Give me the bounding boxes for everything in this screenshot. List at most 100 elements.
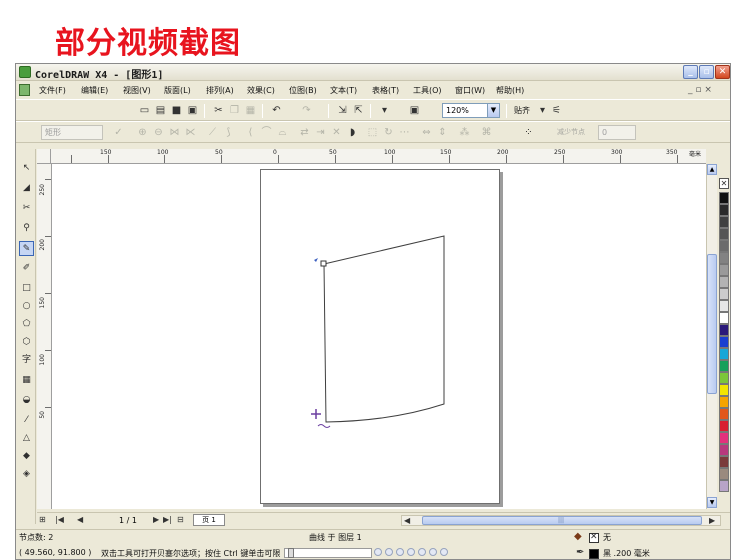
freehand-tool-icon[interactable]: ✎ — [19, 241, 34, 256]
scroll-down-button[interactable]: ▼ — [707, 497, 717, 508]
horizontal-scroll-thumb[interactable]: ||| — [422, 516, 702, 525]
drawing-canvas[interactable] — [52, 164, 706, 509]
document-icon[interactable] — [19, 84, 30, 96]
import-icon[interactable]: ⇲ — [336, 104, 349, 117]
add-page-icon[interactable]: ⊟ — [177, 515, 184, 524]
zoom-tool-icon[interactable]: ⚲ — [19, 221, 34, 236]
chevron-down-icon[interactable]: ▼ — [487, 104, 499, 117]
menu-effects[interactable]: 效果(C) — [247, 85, 275, 96]
palette-swatch[interactable] — [719, 396, 729, 408]
reverse-direction-icon[interactable]: ⇄ — [298, 126, 311, 139]
redo-icon[interactable]: ↷ — [300, 104, 313, 117]
zoom-level-select[interactable]: 120% ▼ — [442, 103, 500, 118]
chevron-down-icon[interactable]: ▾ — [536, 104, 549, 117]
page-tab[interactable]: 页 1 — [193, 514, 225, 526]
stretch-nodes-icon[interactable]: ⬚ — [366, 126, 379, 139]
page-options-icon[interactable]: ⊞ — [39, 515, 46, 524]
palette-swatch[interactable] — [719, 300, 729, 312]
minimize-button[interactable]: _ — [683, 65, 698, 79]
menu-window[interactable]: 窗口(W) — [455, 85, 485, 96]
outline-tool-icon[interactable]: △ — [19, 431, 34, 446]
fill-color-swatch[interactable]: ✕ — [589, 532, 599, 543]
menu-help[interactable]: 帮助(H) — [496, 85, 524, 96]
convert-to-line-icon[interactable]: ⟋ — [206, 126, 219, 139]
palette-swatch[interactable] — [719, 420, 729, 432]
delete-node-icon[interactable]: ⊖ — [152, 126, 165, 139]
scroll-left-button[interactable]: ◀ — [404, 516, 410, 525]
reflect-horizontal-icon[interactable]: ⇔ — [420, 126, 433, 139]
undo-icon[interactable]: ↶ — [270, 104, 283, 117]
cusp-node-icon[interactable]: ⟨ — [244, 126, 257, 139]
paste-icon[interactable]: ▦ — [244, 104, 257, 117]
drawn-curve[interactable] — [323, 235, 445, 423]
select-all-nodes-icon[interactable]: ⌘ — [480, 126, 493, 139]
join-nodes-icon[interactable]: ⋈ — [168, 126, 181, 139]
interactive-fill-tool-icon[interactable]: ◈ — [19, 467, 34, 482]
menu-text[interactable]: 文本(T) — [330, 85, 357, 96]
previous-page-button[interactable]: ◀ — [77, 515, 83, 524]
menu-layout[interactable]: 版面(L) — [164, 85, 191, 96]
next-page-button[interactable]: ▶ — [153, 515, 159, 524]
eyedropper-tool-icon[interactable]: ⁄ — [19, 413, 34, 428]
new-document-icon[interactable]: ▭ — [138, 104, 151, 117]
palette-swatch[interactable] — [719, 216, 729, 228]
first-page-button[interactable]: |◀ — [55, 515, 64, 524]
ellipse-tool-icon[interactable]: ○ — [19, 299, 34, 314]
close-button[interactable]: ✕ — [715, 65, 730, 79]
open-icon[interactable]: ▤ — [154, 104, 167, 117]
menu-table[interactable]: 表格(T) — [372, 85, 399, 96]
menu-file[interactable]: 文件(F) — [39, 85, 66, 96]
scroll-right-button[interactable]: ▶ — [709, 516, 715, 525]
palette-swatch[interactable] — [719, 228, 729, 240]
save-icon[interactable]: ■ — [170, 104, 183, 117]
fill-tool-icon[interactable]: ◆ — [19, 449, 34, 464]
menu-view[interactable]: 视图(V) — [123, 85, 151, 96]
rotate-nodes-icon[interactable]: ↻ — [382, 126, 395, 139]
palette-swatch[interactable] — [719, 264, 729, 276]
vertical-scrollbar[interactable]: ▲ ▼ — [706, 164, 717, 509]
palette-swatch[interactable] — [719, 252, 729, 264]
convert-to-curve-icon[interactable]: ⟆ — [222, 126, 235, 139]
ruler-origin[interactable] — [37, 149, 51, 164]
palette-swatch[interactable] — [719, 480, 729, 492]
export-icon[interactable]: ⇱ — [352, 104, 365, 117]
vertical-scroll-thumb[interactable] — [707, 254, 717, 394]
palette-swatch[interactable] — [719, 312, 729, 324]
copy-icon[interactable]: ❐ — [228, 104, 241, 117]
reflect-vertical-icon[interactable]: ⇕ — [436, 126, 449, 139]
break-curve-icon[interactable]: ⋉ — [184, 126, 197, 139]
horizontal-ruler[interactable]: 150 100 50 0 50 100 150 200 250 300 350 … — [51, 149, 706, 164]
auto-close-icon[interactable]: ◗ — [346, 126, 359, 139]
palette-swatch[interactable] — [719, 372, 729, 384]
palette-swatch[interactable] — [719, 336, 729, 348]
symmetrical-node-icon[interactable]: ⌓ — [276, 126, 289, 139]
info-button-icon[interactable] — [440, 548, 448, 556]
node-tool-icon[interactable]: ✓ — [112, 126, 125, 139]
text-tool-icon[interactable]: 字 — [19, 353, 34, 368]
basic-shapes-tool-icon[interactable]: ⬡ — [19, 335, 34, 350]
extend-curve-icon[interactable]: ⇥ — [314, 126, 327, 139]
palette-swatch[interactable] — [719, 240, 729, 252]
palette-swatch[interactable] — [719, 204, 729, 216]
elastic-mode-icon[interactable]: ⁂ — [458, 126, 471, 139]
snap-to-button[interactable]: 贴齐 — [514, 105, 530, 116]
menu-arrange[interactable]: 排列(A) — [206, 85, 234, 96]
rectangle-tool-icon[interactable]: □ — [19, 281, 34, 296]
palette-swatch[interactable] — [719, 360, 729, 372]
outline-color-swatch[interactable] — [589, 549, 599, 559]
shape-tool-icon[interactable]: ◢ — [19, 181, 34, 196]
status-slider[interactable] — [284, 548, 372, 558]
menu-bitmaps[interactable]: 位图(B) — [289, 85, 317, 96]
marquee-mode-icon[interactable]: ⁘ — [522, 126, 535, 139]
palette-swatch[interactable] — [719, 468, 729, 480]
smooth-node-icon[interactable]: ⌒ — [260, 126, 273, 139]
palette-swatch[interactable] — [719, 408, 729, 420]
palette-swatch[interactable] — [719, 456, 729, 468]
menu-tools[interactable]: 工具(O) — [413, 85, 442, 96]
scroll-up-button[interactable]: ▲ — [707, 164, 717, 175]
curve-node[interactable] — [320, 260, 327, 267]
pick-tool-icon[interactable]: ↖ — [19, 161, 34, 176]
options-icon[interactable]: ⚟ — [550, 104, 563, 117]
table-tool-icon[interactable]: ▦ — [19, 373, 34, 388]
object-type-field[interactable]: 矩形 — [41, 125, 103, 140]
